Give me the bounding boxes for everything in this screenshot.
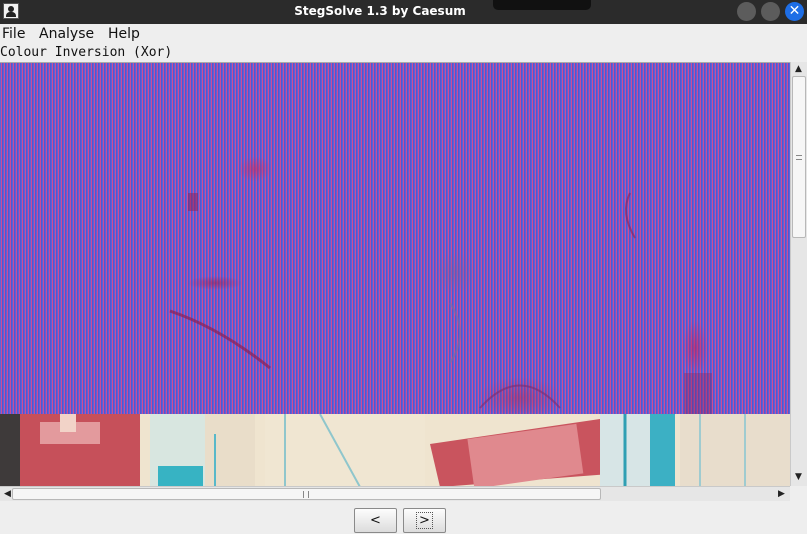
maximize-icon[interactable] <box>761 2 780 21</box>
scroll-right-icon[interactable]: ▶ <box>774 487 789 501</box>
horizontal-scroll-thumb[interactable] <box>12 488 601 500</box>
menu-bar: File Analyse Help <box>0 24 807 44</box>
menu-help[interactable]: Help <box>108 26 140 42</box>
transform-label: Colour Inversion (Xor) <box>0 45 173 60</box>
scroll-down-icon[interactable]: ▼ <box>791 470 806 484</box>
previous-plane-button[interactable]: < <box>354 508 397 533</box>
window-title: StegSolve 1.3 by Caesum <box>294 4 466 18</box>
grip-icon <box>303 491 309 498</box>
navigation-bar: < > <box>0 501 807 534</box>
xor-image-artifacts <box>169 192 712 414</box>
close-glyph: ✕ <box>788 3 801 19</box>
title-bar[interactable]: StegSolve 1.3 by Caesum ✕ <box>0 0 807 24</box>
artwork-illustration <box>0 414 790 486</box>
next-label: > <box>416 512 433 529</box>
previous-label: < <box>370 513 381 528</box>
horizontal-scrollbar[interactable]: ◀ ▶ <box>0 486 790 501</box>
scroll-up-icon[interactable]: ▲ <box>791 62 806 76</box>
artwork-image-region <box>0 414 790 486</box>
grip-icon <box>796 155 802 160</box>
title-bar-notch <box>493 0 591 10</box>
scrollbar-corner <box>790 486 807 501</box>
minimize-icon[interactable] <box>737 2 756 21</box>
vertical-scroll-thumb[interactable] <box>792 76 806 238</box>
stegsolve-window: StegSolve 1.3 by Caesum ✕ File Analyse H… <box>0 0 807 534</box>
menu-analyse[interactable]: Analyse <box>39 26 94 42</box>
menu-file[interactable]: File <box>2 26 25 42</box>
image-viewport[interactable] <box>0 62 790 486</box>
close-icon[interactable]: ✕ <box>785 2 804 21</box>
next-plane-button[interactable]: > <box>403 508 446 533</box>
vertical-scrollbar[interactable]: ▲ ▼ <box>790 62 807 486</box>
